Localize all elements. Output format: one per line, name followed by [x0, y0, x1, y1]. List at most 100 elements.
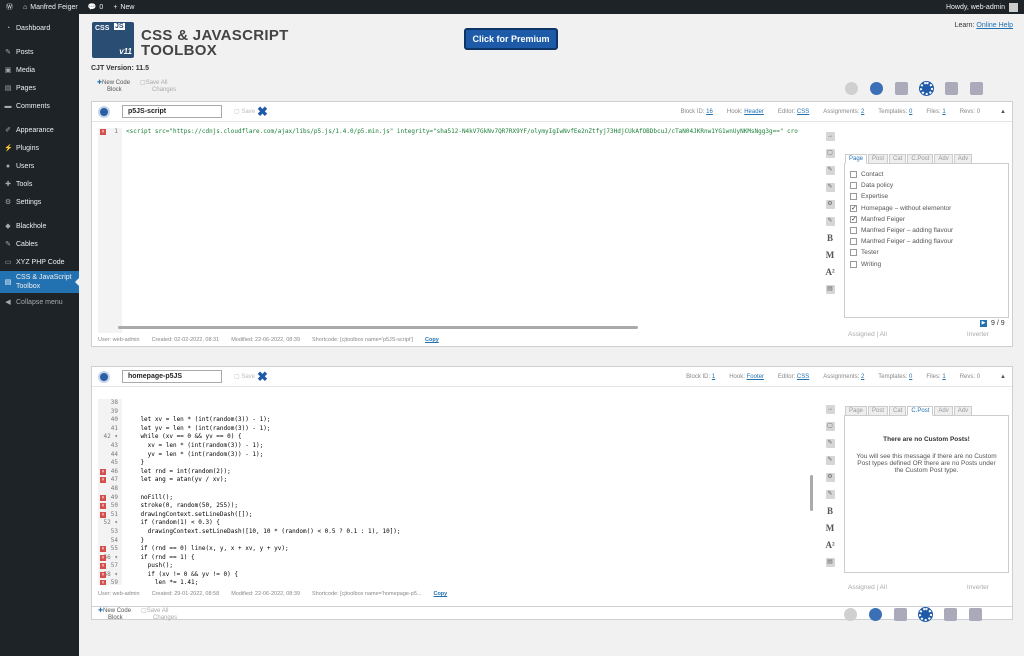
sidebar-item-xyz-php-code[interactable]: ▭ XYZ PHP Code [0, 253, 79, 271]
delete-block-button[interactable]: ✖ [257, 105, 268, 118]
code-line[interactable]: 52 ▾ if (random(1) < 0.3) { [98, 519, 806, 528]
save-button[interactable]: ▢ Save [234, 108, 255, 115]
code-line[interactable]: × 55 if (rnd == 0) line(x, y, x + xv, y +… [98, 545, 806, 554]
document-icon[interactable]: ✎ [825, 166, 835, 175]
error-icon[interactable]: × [100, 129, 106, 135]
copy-icon[interactable]: ▢ [825, 422, 835, 431]
tab-cpost[interactable]: C.Post [907, 154, 934, 164]
arrange-icon[interactable] [969, 608, 982, 621]
collapse-block-icon[interactable]: ▲ [1000, 109, 1006, 115]
code-line[interactable]: 41 let yv = len * (int(random(3)) - 1); [98, 425, 806, 434]
online-help-link[interactable]: Online Help [976, 22, 1013, 29]
code-line[interactable]: × 46 let rnd = int(random(2)); [98, 468, 806, 477]
arrow-right-icon[interactable]: → [825, 405, 835, 414]
gear-icon[interactable] [919, 608, 932, 621]
font-size-icon[interactable]: A² [826, 541, 835, 550]
block-name-input[interactable]: p5JS-script [122, 105, 222, 118]
sidebar-item-comments[interactable]: ▬ Comments [0, 97, 79, 115]
tab-page[interactable]: Page [845, 154, 868, 164]
copy-shortcode-link[interactable]: Copy [425, 337, 439, 343]
code-line[interactable]: 44 yv = len * (int(random(3)) - 1); [98, 451, 806, 460]
editor-link[interactable]: CSS [797, 109, 809, 115]
collapse-menu-button[interactable]: ◀ Collapse menu [0, 293, 79, 311]
bold-icon[interactable]: B [826, 234, 835, 243]
error-icon[interactable]: × [100, 571, 106, 578]
save-button[interactable]: ▢ Save [234, 373, 255, 380]
next-page-icon[interactable]: ▶ [980, 320, 987, 327]
checkbox[interactable] [850, 193, 857, 201]
gear-icon[interactable]: ⚙ [825, 473, 835, 482]
file-icon[interactable]: ▤ [825, 558, 835, 567]
horizontal-scrollbar[interactable] [118, 326, 638, 329]
new-code-block-button[interactable]: ✚New Code Block [97, 80, 130, 94]
files-link[interactable]: 1 [942, 109, 945, 115]
block-id-link[interactable]: 16 [706, 109, 713, 115]
sidebar-item-css-js-toolbox[interactable]: ▤ CSS & JavaScript Toolbox [0, 271, 79, 293]
templates-link[interactable]: 0 [909, 374, 912, 380]
sidebar-item-settings[interactable]: ⚙ Settings [0, 193, 79, 211]
code-line[interactable]: 45 } [98, 459, 806, 468]
sidebar-item-appearance[interactable]: ✐ Appearance [0, 121, 79, 139]
vertical-scrollbar[interactable] [810, 475, 813, 511]
block-info-icon[interactable] [98, 370, 110, 383]
package-icon[interactable] [895, 82, 908, 95]
copy-icon[interactable]: ▢ [825, 149, 835, 158]
error-icon[interactable]: × [100, 546, 106, 553]
checkbox[interactable] [850, 260, 857, 268]
tab-post[interactable]: Post [868, 154, 889, 164]
collapse-block-icon[interactable]: ▲ [1000, 374, 1006, 380]
sidebar-item-cables[interactable]: ✎ Cables [0, 235, 79, 253]
page-item[interactable]: Expertise [850, 191, 1003, 202]
tab-page[interactable]: Page [845, 406, 868, 416]
hook-link[interactable]: Footer [747, 374, 764, 380]
page-item[interactable]: Manfred Feiger – adding flavour [850, 225, 1003, 236]
tab-cat[interactable]: Cat [889, 154, 907, 164]
save-all-changes-button[interactable]: ▢Save All Changes [140, 80, 176, 94]
premium-button[interactable]: Click for Premium [464, 28, 558, 50]
code-line[interactable]: × 57 push(); [98, 562, 806, 571]
arrow-right-icon[interactable]: → [825, 132, 835, 141]
sidebar-item-pages[interactable]: ▤ Pages [0, 79, 79, 97]
hook-link[interactable]: Header [744, 109, 764, 115]
backup-icon[interactable] [845, 82, 858, 95]
wordpress-icon[interactable]: Ⓦ [6, 2, 13, 12]
gear-icon[interactable] [920, 82, 933, 95]
sidebar-item-dashboard[interactable]: ◔ Dashboard [0, 19, 79, 37]
code-editor[interactable]: 38 39 40 let xv = len * (int(random(3)) - … [98, 399, 806, 585]
code-line[interactable]: × 1 <script src="https://cdnjs.cloudflare.… [98, 128, 806, 137]
comments-link[interactable]: 💬 0 [88, 3, 104, 12]
error-icon[interactable]: × [100, 563, 106, 570]
code-line[interactable]: 39 [98, 408, 806, 417]
checkbox[interactable] [850, 171, 857, 179]
checkbox[interactable] [850, 249, 857, 257]
package-icon[interactable] [894, 608, 907, 621]
block-id-link[interactable]: 1 [712, 374, 715, 380]
checkbox[interactable] [850, 227, 857, 235]
assigned-all-toggle[interactable]: Assigned | All [848, 331, 887, 338]
code-line[interactable]: 38 [98, 399, 806, 408]
page-item[interactable]: ✓ Manfred Feiger [850, 214, 1003, 225]
files-link[interactable]: 1 [942, 374, 945, 380]
brush-icon[interactable]: ✎ [825, 490, 835, 499]
code-line[interactable]: × 59 len *= 1.41; [98, 579, 806, 585]
gear-icon[interactable]: ⚙ [825, 200, 835, 209]
sidebar-item-users[interactable]: ● Users [0, 157, 79, 175]
sidebar-item-blackhole[interactable]: ◆ Blackhole [0, 217, 79, 235]
templates-icon[interactable] [869, 608, 882, 621]
brush-icon[interactable]: ✎ [825, 217, 835, 226]
checkbox[interactable]: ✓ [850, 204, 857, 212]
save-all-changes-button[interactable]: ▢Save All Changes [141, 608, 177, 622]
delete-block-button[interactable]: ✖ [257, 370, 268, 383]
error-icon[interactable]: × [100, 477, 106, 484]
error-icon[interactable]: × [100, 494, 106, 501]
inverter-toggle[interactable]: Inverter [967, 331, 989, 338]
tab-adv[interactable]: Adv [953, 154, 973, 164]
code-line[interactable]: × 49 noFill(); [98, 494, 806, 503]
error-icon[interactable]: × [100, 468, 106, 475]
editor-link[interactable]: CSS [797, 374, 809, 380]
code-editor[interactable]: × 1 <script src="https://cdnjs.cloudflare.… [98, 128, 806, 333]
sidebar-item-media[interactable]: ▣ Media [0, 61, 79, 79]
tab-adv[interactable]: Adv [953, 406, 973, 416]
page-item[interactable]: ✓ Homepage – without elementor [850, 203, 1003, 214]
bold-icon[interactable]: B [826, 507, 835, 516]
